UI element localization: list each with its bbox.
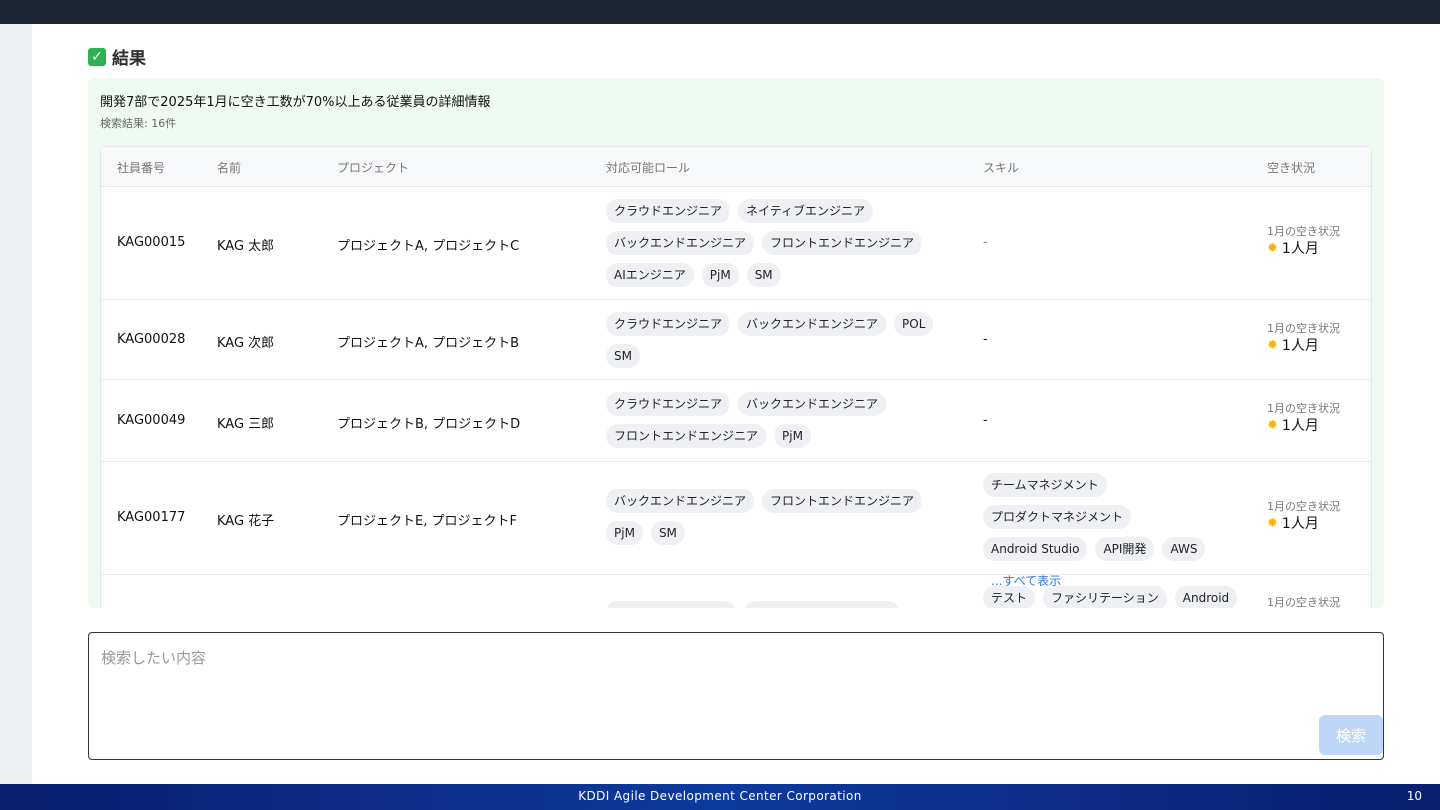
skills-empty: - [983,235,988,250]
availability-label: 1月の空き状況 [1267,596,1340,608]
availability: 1月の空き状況 ✹ 1人月 [1267,500,1340,534]
sun-icon: ✹ [1267,241,1278,256]
skills-empty: - [983,332,988,347]
table-row: KAG00028 KAG 次郎 プロジェクトA, プロジェクトB クラウドエンジ… [101,300,1371,380]
employee-id: KAG00177 [117,510,186,525]
availability-amount: 1人月 [1281,241,1319,257]
footer-company: KDDI Agile Development Center Corporatio… [578,789,862,803]
availability-label: 1月の空き状況 [1267,500,1340,513]
role-chip: クラウドエンジニア [606,312,731,336]
table-row: KAG00049 KAG 三郎 プロジェクトB, プロジェクトD クラウドエンジ… [101,380,1371,462]
skill-chip: ファシリテーション [1043,586,1167,608]
role-chip: SM [650,521,685,545]
availability-label: 1月の空き状況 [1267,402,1340,415]
results-table: 社員番号 名前 プロジェクト 対応可能ロール スキル 空き状況 KAG00015… [100,146,1372,608]
role-chip: クラウドエンジニア [606,392,731,416]
employee-name: KAG 太郎 [217,239,275,254]
availability-amount: 1人月 [1281,418,1319,434]
role-chip: SM [746,263,781,287]
role-chip: ネイティブエンジニア [738,199,874,223]
employee-name: KAG 次郎 [217,336,275,351]
role-chip: AIエンジニア [606,263,694,287]
check-icon: ✓ [88,47,106,66]
role-chip [744,601,900,608]
search-box: 検索 [88,632,1384,760]
role-chips [606,601,936,608]
section-title: ✓ 結果 [88,44,146,69]
availability: 1月の空き状況 ✹ 1人月 [1267,322,1340,356]
skill-chips: テスト ファシリテーション Android [983,586,1243,608]
employee-name: KAG 三郎 [217,417,275,432]
result-heading: 開発7部で2025年1月に空き工数が70%以上ある従業員の詳細情報 [100,95,491,110]
top-bar [0,0,1440,24]
employee-projects: プロジェクトB, プロジェクトD [337,417,521,432]
section-title-text: 結果 [112,49,146,69]
table-row: KAG00015 KAG 太郎 プロジェクトA, プロジェクトC クラウドエンジ… [101,187,1371,300]
availability-label: 1月の空き状況 [1267,225,1340,238]
employee-projects: プロジェクトA, プロジェクトC [337,239,520,254]
search-button[interactable]: 検索 [1319,715,1383,755]
role-chip: フロントエンドエンジニア [762,231,923,255]
role-chip: PjM [701,263,739,287]
availability-value: ✹ 1人月 [1267,336,1340,356]
role-chips: クラウドエンジニア バックエンドエンジニア フロントエンドエンジニア PjM [606,392,906,448]
table-row: KAG00177 KAG 花子 プロジェクトE, プロジェクトF バックエンドエ… [101,462,1371,588]
availability: 1月の空き状況 [1267,596,1340,608]
role-chip: PjM [606,521,643,545]
header-project: プロジェクト [337,161,410,175]
table-row: テスト ファシリテーション Android 1月の空き状況 [101,575,1371,608]
header-employee-id: 社員番号 [117,161,166,175]
page-number: 10 [1406,789,1422,803]
skill-chip: テスト [983,586,1036,608]
search-input[interactable] [101,643,1301,673]
availability-label: 1月の空き状況 [1267,322,1340,335]
employee-projects: プロジェクトE, プロジェクトF [337,514,517,529]
result-count: 検索結果: 16件 [100,117,177,130]
role-chip: POL [894,312,934,336]
role-chip [606,601,736,608]
skill-chip: Android [1174,586,1238,608]
skill-chip: チームマネジメント [983,473,1107,497]
header-name: 名前 [217,161,242,175]
role-chips: クラウドエンジニア ネイティブエンジニア バックエンドエンジニア フロントエンド… [606,199,936,287]
role-chip: クラウドエンジニア [606,199,731,223]
header-roles: 対応可能ロール [606,161,691,175]
skill-chip: プロダクトマネジメント [983,505,1132,529]
availability: 1月の空き状況 ✹ 1人月 [1267,402,1340,436]
role-chip: バックエンドエンジニア [738,392,887,416]
table-header: 社員番号 名前 プロジェクト 対応可能ロール スキル 空き状況 [101,147,1371,187]
availability-value: ✹ 1人月 [1267,514,1340,534]
employee-id: KAG00049 [117,413,186,428]
header-skills: スキル [983,161,1020,175]
availability-amount: 1人月 [1281,516,1319,532]
left-rail [0,24,32,784]
role-chip: バックエンドエンジニア [606,489,755,513]
availability: 1月の空き状況 ✹ 1人月 [1267,225,1340,259]
role-chip: バックエンドエンジニア [606,231,755,255]
employee-id: KAG00028 [117,332,186,347]
availability-value: ✹ 1人月 [1267,416,1340,436]
employee-projects: プロジェクトA, プロジェクトB [337,336,520,351]
employee-id: KAG00015 [117,235,186,250]
role-chips: バックエンドエンジニア フロントエンドエンジニア PjM SM [606,489,936,545]
skills-empty: - [983,413,988,428]
role-chip: バックエンドエンジニア [738,312,887,336]
skill-chip: AWS [1162,537,1206,561]
role-chips: クラウドエンジニア バックエンドエンジニア POL SM [606,312,951,368]
role-chip: フロントエンドエンジニア [762,489,923,513]
role-chip: SM [606,344,640,368]
availability-value: ✹ 1人月 [1267,239,1340,259]
skill-chip: API開発 [1095,537,1155,561]
footer: KDDI Agile Development Center Corporatio… [0,784,1440,810]
sun-icon: ✹ [1267,516,1278,531]
role-chip: PjM [774,424,811,448]
skill-chip: Android Studio [983,537,1088,561]
sun-icon: ✹ [1267,418,1278,433]
header-availability: 空き状況 [1267,161,1316,175]
role-chip: フロントエンドエンジニア [606,424,767,448]
sun-icon: ✹ [1267,338,1278,353]
result-panel[interactable]: 開発7部で2025年1月に空き工数が70%以上ある従業員の詳細情報 検索結果: … [88,78,1384,608]
availability-amount: 1人月 [1281,338,1319,354]
employee-name: KAG 花子 [217,514,275,529]
